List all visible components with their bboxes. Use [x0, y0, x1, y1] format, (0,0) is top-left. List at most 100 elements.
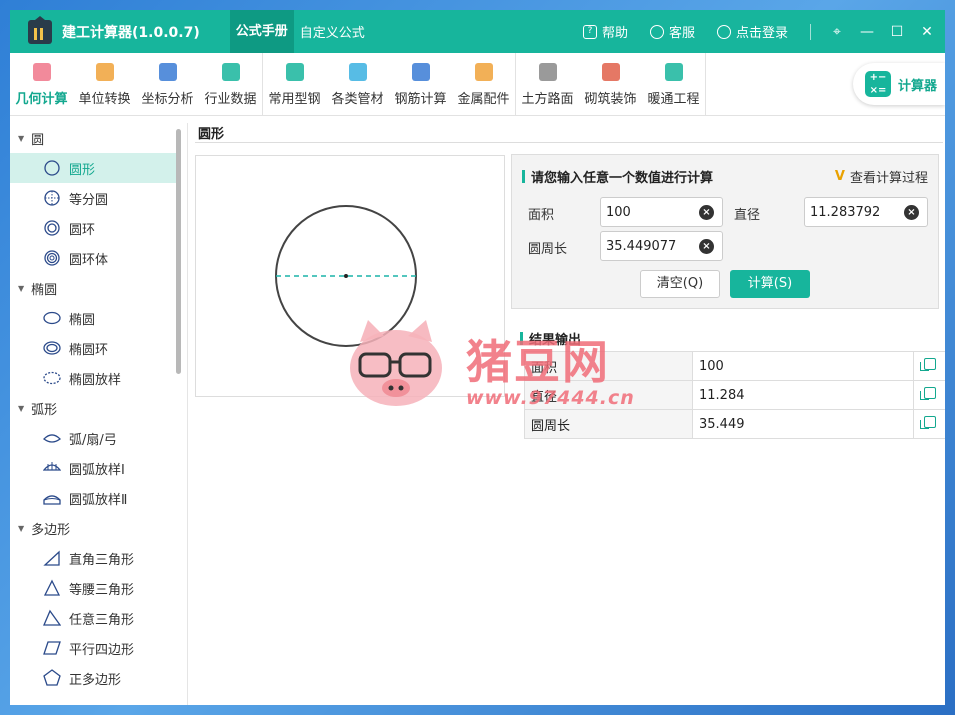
tool-axis[interactable]: 坐标分析	[136, 53, 199, 116]
copy-icon[interactable]	[919, 358, 936, 371]
ring-icon	[44, 220, 60, 236]
tool-wrench[interactable]: 常用型钢	[263, 53, 326, 116]
sidebar-group[interactable]: ▼ 圆	[10, 123, 187, 153]
sidebar-item-label: 任意三角形	[69, 612, 135, 628]
sidebar-item[interactable]: 圆弧放样Ⅰ	[10, 453, 176, 483]
fan-icon	[664, 63, 683, 81]
title-divider	[810, 23, 811, 40]
sidebar-item-label: 圆环体	[69, 252, 109, 268]
tool-pipe[interactable]: 各类管材	[326, 53, 389, 116]
calculator-label: 计算器	[898, 78, 938, 94]
tool-label: 土方路面	[521, 92, 574, 107]
tool-label: 暖通工程	[647, 92, 700, 107]
tool-label: 砌筑装饰	[584, 92, 637, 107]
result-key: 圆周长	[524, 409, 693, 439]
ruler-cm-icon	[95, 63, 114, 81]
sidebar-item[interactable]: 任意三角形	[10, 603, 176, 633]
circumference-field[interactable]: 35.449077 ×	[600, 231, 723, 261]
sidebar-item-label: 等分圆	[69, 192, 109, 208]
sidebar-group-title: 椭圆	[31, 282, 58, 298]
sidebar-item[interactable]: 圆环	[10, 213, 176, 243]
tool-bar-chart[interactable]: 行业数据	[199, 53, 262, 116]
sidebar-item-label: 椭圆环	[69, 342, 109, 358]
circumference-clear-icon[interactable]: ×	[699, 239, 714, 254]
tool-cube[interactable]: 几何计算	[10, 53, 73, 116]
service-label: 客服	[668, 26, 695, 41]
area-label: 面积	[528, 208, 555, 223]
close-button[interactable]: ✕	[915, 24, 939, 40]
tool-rebar[interactable]: 钢筋计算	[389, 53, 452, 116]
sidebar-item[interactable]: 圆环体	[10, 243, 176, 273]
tool-label: 钢筋计算	[394, 92, 447, 107]
sidebar-item[interactable]: 椭圆放样	[10, 363, 176, 393]
sidebar-item[interactable]: 等分圆	[10, 183, 176, 213]
bar-chart-icon	[221, 63, 240, 81]
circle-figure	[275, 205, 417, 347]
sidebar-item[interactable]: 直角三角形	[10, 543, 176, 573]
help-button[interactable]: ? 帮助	[582, 22, 628, 41]
user-icon	[716, 24, 731, 39]
title-bar: 建工计算器(1.0.0.7) 公式手册 自定义公式 ? 帮助 客服 点击登录 ⌖…	[10, 10, 945, 53]
sidebar-group[interactable]: ▼ 椭圆	[10, 273, 187, 303]
sidebar-item[interactable]: 圆形	[10, 153, 176, 183]
result-value: 100	[692, 351, 914, 381]
calculate-button[interactable]: 计算(S)	[730, 270, 810, 298]
view-process-link[interactable]: V 查看计算过程	[835, 167, 928, 186]
headset-icon	[649, 24, 664, 39]
hammer-icon	[474, 63, 493, 81]
sidebar-item[interactable]: 正多边形	[10, 663, 176, 693]
area-clear-icon[interactable]: ×	[699, 205, 714, 220]
copy-cell	[913, 409, 945, 439]
sidebar-item[interactable]: 椭圆环	[10, 333, 176, 363]
sidebar-group[interactable]: ▼ 弧形	[10, 393, 187, 423]
sidebar-item[interactable]: 椭圆	[10, 303, 176, 333]
diameter-field[interactable]: 11.283792 ×	[804, 197, 928, 227]
tool-label: 坐标分析	[141, 92, 194, 107]
pin-button[interactable]: ⌖	[825, 24, 849, 40]
minimize-button[interactable]: —	[855, 24, 879, 40]
app-window: 建工计算器(1.0.0.7) 公式手册 自定义公式 ? 帮助 客服 点击登录 ⌖…	[10, 10, 945, 705]
watermark-text: 猪豆网	[466, 335, 610, 389]
watermark-url: www.97444.cn	[466, 387, 635, 409]
sidebar-item-label: 圆弧放样Ⅱ	[69, 492, 128, 508]
tool-fan[interactable]: 暖通工程	[642, 53, 705, 116]
arc-icon	[43, 434, 61, 443]
sidebar-scrollbar[interactable]	[176, 129, 181, 374]
tool-group-1: 几何计算 单位转换 坐标分析 行业数据	[10, 53, 263, 116]
tool-hammer[interactable]: 金属配件	[452, 53, 515, 116]
view-process-label: 查看计算过程	[849, 171, 928, 186]
tool-label: 单位转换	[78, 92, 131, 107]
circle-diagram	[195, 155, 505, 397]
sidebar-item[interactable]: 平行四边形	[10, 633, 176, 663]
vip-icon: V	[834, 169, 845, 184]
copy-icon[interactable]	[919, 387, 936, 400]
maximize-button[interactable]: ☐	[885, 24, 909, 40]
area-field[interactable]: 100 ×	[600, 197, 723, 227]
arc-loft-2-icon	[43, 495, 61, 505]
sidebar-item-label: 椭圆	[69, 312, 96, 328]
login-button[interactable]: 点击登录	[716, 22, 788, 41]
tool-road[interactable]: 土方路面	[516, 53, 579, 116]
tool-ruler-cm[interactable]: 单位转换	[73, 53, 136, 116]
copy-icon[interactable]	[919, 416, 936, 429]
tool-brick[interactable]: 砌筑装饰	[579, 53, 642, 116]
area-value: 100	[606, 204, 631, 220]
service-button[interactable]: 客服	[649, 22, 695, 41]
sidebar-group[interactable]: ▼ 多边形	[10, 513, 187, 543]
help-icon: ?	[582, 24, 597, 39]
clear-button[interactable]: 清空(Q)	[640, 270, 720, 298]
tab-formula-manual[interactable]: 公式手册	[229, 10, 294, 53]
isosceles-triangle-icon	[43, 579, 61, 596]
tab-custom-formula[interactable]: 自定义公式	[300, 22, 365, 41]
circumference-value: 35.449077	[606, 238, 677, 254]
arc-loft-1-icon	[43, 462, 61, 471]
ellipse-ring-icon	[43, 341, 61, 355]
sidebar-group-title: 圆	[31, 132, 45, 148]
diameter-clear-icon[interactable]: ×	[904, 205, 919, 220]
sidebar-item[interactable]: 圆弧放样Ⅱ	[10, 483, 176, 513]
sidebar-item[interactable]: 弧/扇/弓	[10, 423, 176, 453]
sidebar-item[interactable]: 等腰三角形	[10, 573, 176, 603]
calculator-button[interactable]: +− ×= 计算器	[853, 63, 945, 105]
cube-icon	[32, 63, 51, 81]
ellipse-loft-icon	[43, 371, 61, 385]
